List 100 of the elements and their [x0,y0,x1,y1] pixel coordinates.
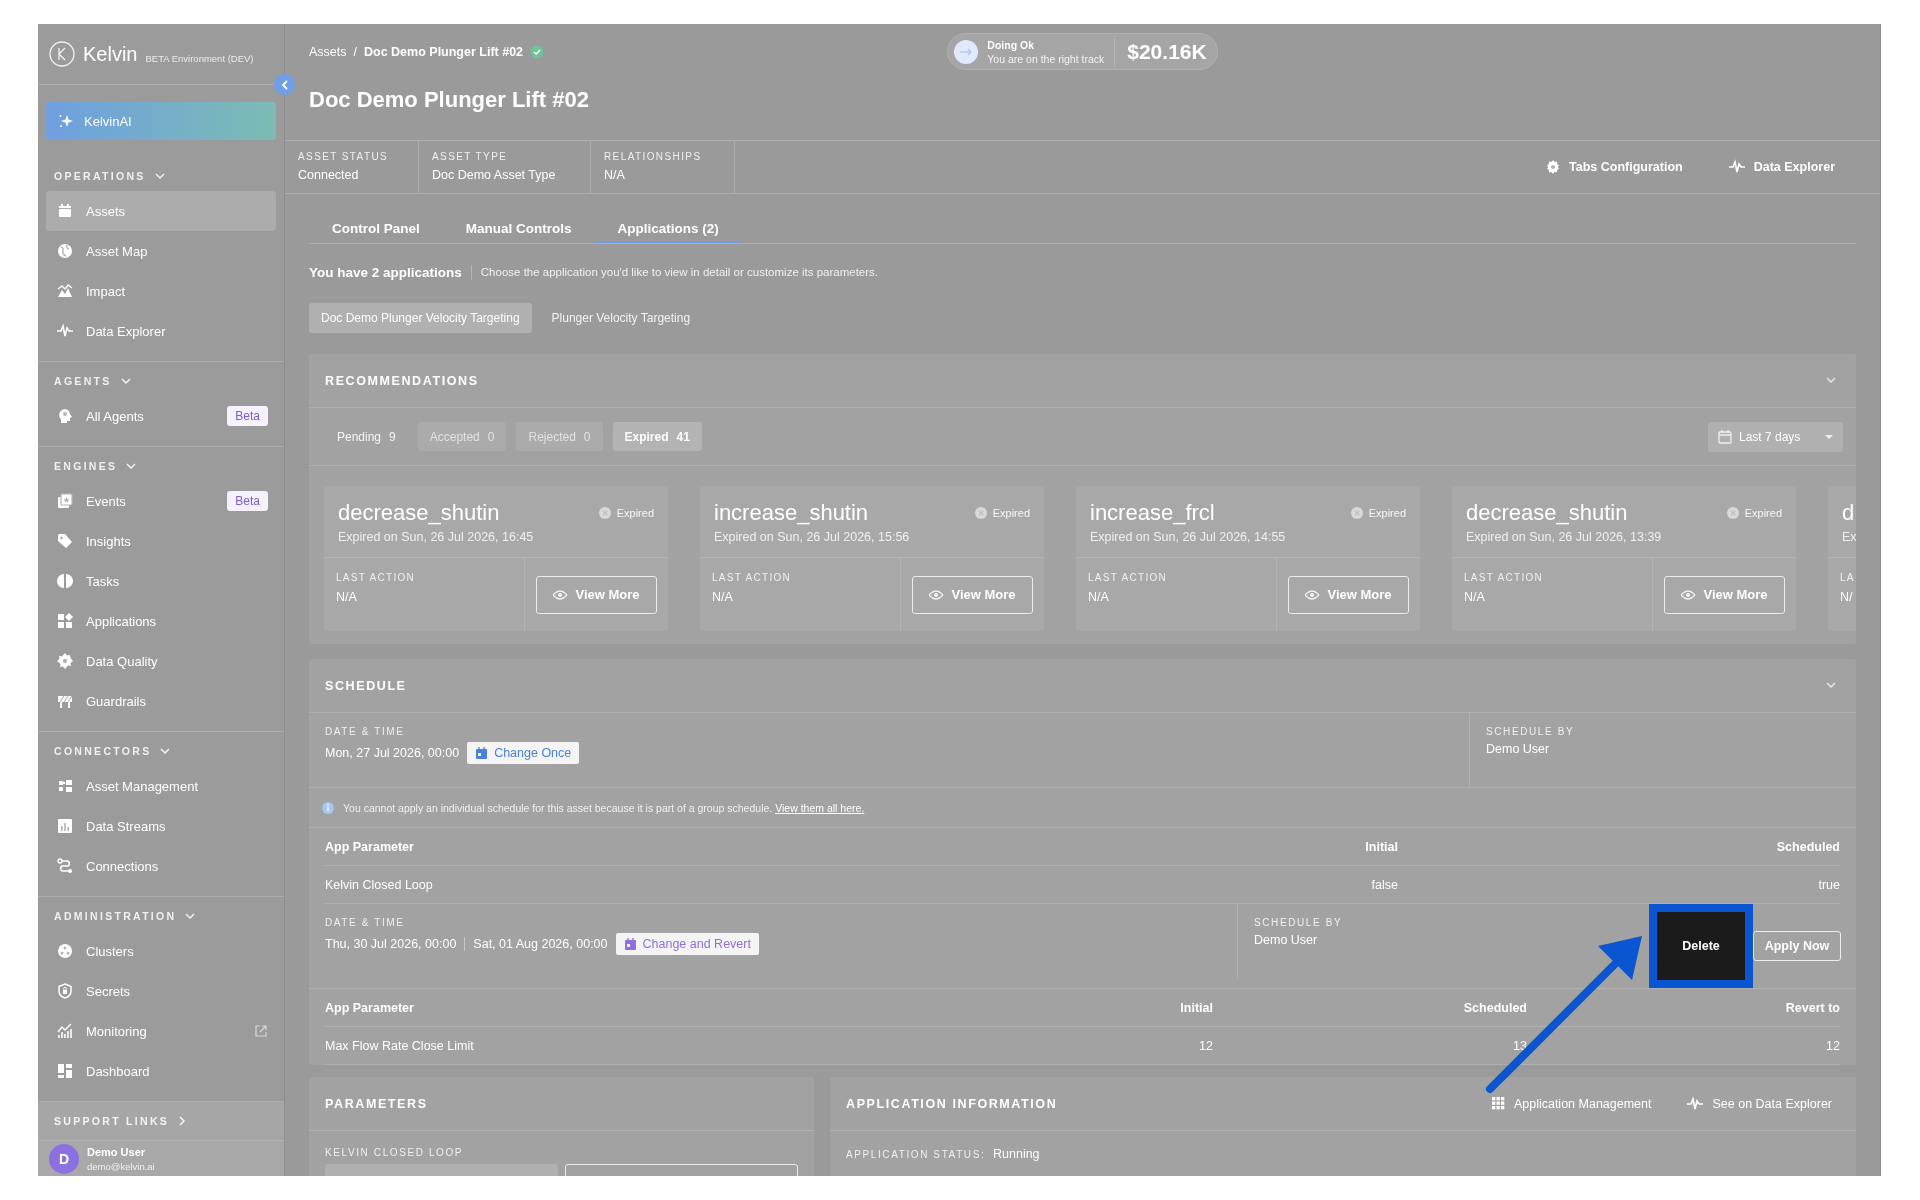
table-cell: Max Flow Rate Close Limit [325,1027,1083,1065]
panel-title: PARAMETERS [325,1096,428,1111]
route-icon [57,858,73,874]
field-label: LAST ACTION [712,572,793,583]
status-title: Doing Ok [987,38,1035,51]
tab[interactable]: Manual Controls [442,215,595,243]
field-value: Demo User [1254,933,1319,947]
schedule-change-button[interactable]: Change and Revert [615,933,759,955]
tab[interactable]: Control Panel [309,215,443,243]
nav-item[interactable]: Dashboard [46,1051,276,1091]
collapse-button[interactable] [274,74,295,95]
head-icon [57,408,73,424]
field-label: APPLICATION STATUS: [846,1148,987,1160]
recommendation-title: decrease_shutin [1466,500,1628,526]
grid-icon [1491,1097,1505,1110]
status-label: Expired [992,507,1030,519]
toolbar-link[interactable]: Data Explorer [1728,159,1835,175]
field-value: N/ [1840,590,1854,604]
panel-title: SCHEDULE [325,678,407,693]
property-label: ASSET STATUS [298,151,390,162]
beta-badge: Beta [227,406,268,426]
logo-text: Kelvin [83,42,138,66]
view-more-button[interactable]: View More [1288,575,1409,614]
table-cell: false [1268,866,1398,904]
view-more-button[interactable]: View More [1664,575,1785,614]
date-range-dropdown[interactable]: Last 7 days [1708,421,1843,452]
nav-item[interactable]: Applications [46,601,276,641]
field-value: N/A [1464,590,1486,604]
apply-button[interactable]: Apply Now [1753,931,1841,961]
panel-link[interactable]: Application Management [1491,1095,1652,1112]
field-label: LA [1840,572,1856,583]
panel-link[interactable]: See on Data Explorer [1687,1095,1832,1112]
nav-item[interactable]: Asset Map [46,231,276,271]
recommendation-title: increase_shutin [714,500,869,526]
nav-item[interactable]: Assets [46,191,276,231]
gear-icon [57,653,73,669]
date-time-value: Mon, 27 Jul 2026, 00:00 [325,746,460,760]
property-value: Connected [298,168,360,182]
nav-item[interactable]: Data Explorer [46,311,276,351]
pulse-icon [57,323,73,339]
nav-item[interactable]: All Agents Beta [46,396,276,436]
nav-item[interactable]: Monitoring [46,1011,276,1051]
chevron-down-icon [1826,682,1836,689]
x-circle-icon [1350,507,1363,519]
filter-button[interactable]: Pending 9 [325,422,408,451]
eye-icon [1305,589,1320,600]
field-label: LAST ACTION [1464,572,1545,583]
arrow-right-icon [954,39,979,64]
view-all-link[interactable]: View them all here. [775,801,865,814]
nav-item[interactable]: Data Quality [46,641,276,681]
page-title: Doc Demo Plunger Lift #02 [285,85,1880,141]
nav-item[interactable]: Tasks [46,561,276,601]
schedule-change-button[interactable]: Change Once [467,742,580,764]
x-circle-icon [974,507,987,519]
x-circle-icon [1726,507,1739,519]
breadcrumb-current: Doc Demo Plunger Lift #02 [364,44,524,59]
status-label: Expired [1744,507,1782,519]
calendar-icon [1718,429,1732,444]
filter-button[interactable]: Expired 41 [612,422,702,451]
table-cell: Kelvin Closed Loop [325,866,1268,904]
section-heading: ADMINISTRATION [54,910,177,922]
tab[interactable]: Applications (2) [594,215,742,243]
gear-icon [1546,160,1561,174]
field-label: DATE & TIME [325,726,406,737]
status-subtitle: You are on the right track [987,52,1105,65]
nav-item[interactable]: Events Beta [46,481,276,521]
expiry-text: Expired on Sun, 26 Jul 2026, 15:56 [714,530,911,544]
application-tab[interactable]: Doc Demo Plunger Velocity Targeting [309,303,532,333]
delete-button[interactable]: Delete [1649,904,1753,988]
eye-icon [1681,589,1696,600]
field-label: SCHEDULE BY [1486,726,1576,737]
x-circle-icon [598,507,611,519]
assistant-button[interactable]: KelvinAI [46,102,276,140]
breadcrumb-link[interactable]: Assets [309,44,347,59]
nav-item[interactable]: Guardrails [46,681,276,721]
nav-item[interactable]: Connections [46,846,276,886]
view-more-button[interactable]: View More [536,575,657,614]
view-more-button[interactable]: View More [912,575,1033,614]
nav-item[interactable]: Clusters [46,931,276,971]
application-tab[interactable]: Plunger Velocity Targeting [539,303,703,333]
calendar-icon [623,937,637,951]
environment-label: BETA Environment (DEV) [145,52,254,64]
property-label: ASSET TYPE [432,151,509,162]
box-icon [57,203,73,219]
nav-item[interactable]: Impact [46,271,276,311]
cards-icon [57,493,73,509]
nav-item[interactable]: Asset Management [46,766,276,806]
beta-badge: Beta [227,491,268,511]
nav-item[interactable]: Insights [46,521,276,561]
toolbar-link[interactable]: Tabs Configuration [1546,160,1683,174]
nav-item[interactable]: Secrets [46,971,276,1011]
nav-item[interactable]: Data Streams [46,806,276,846]
section-heading: AGENTS [54,375,112,387]
user-name: Demo User [87,1145,147,1158]
section-heading: OPERATIONS [54,170,146,182]
eye-icon [553,589,568,600]
logo-icon [49,41,75,67]
column-header: Initial [1268,828,1398,866]
support-links-toggle[interactable]: SUPPORT LINKS [38,1102,284,1141]
field-label: SCHEDULE BY [1254,917,1344,928]
